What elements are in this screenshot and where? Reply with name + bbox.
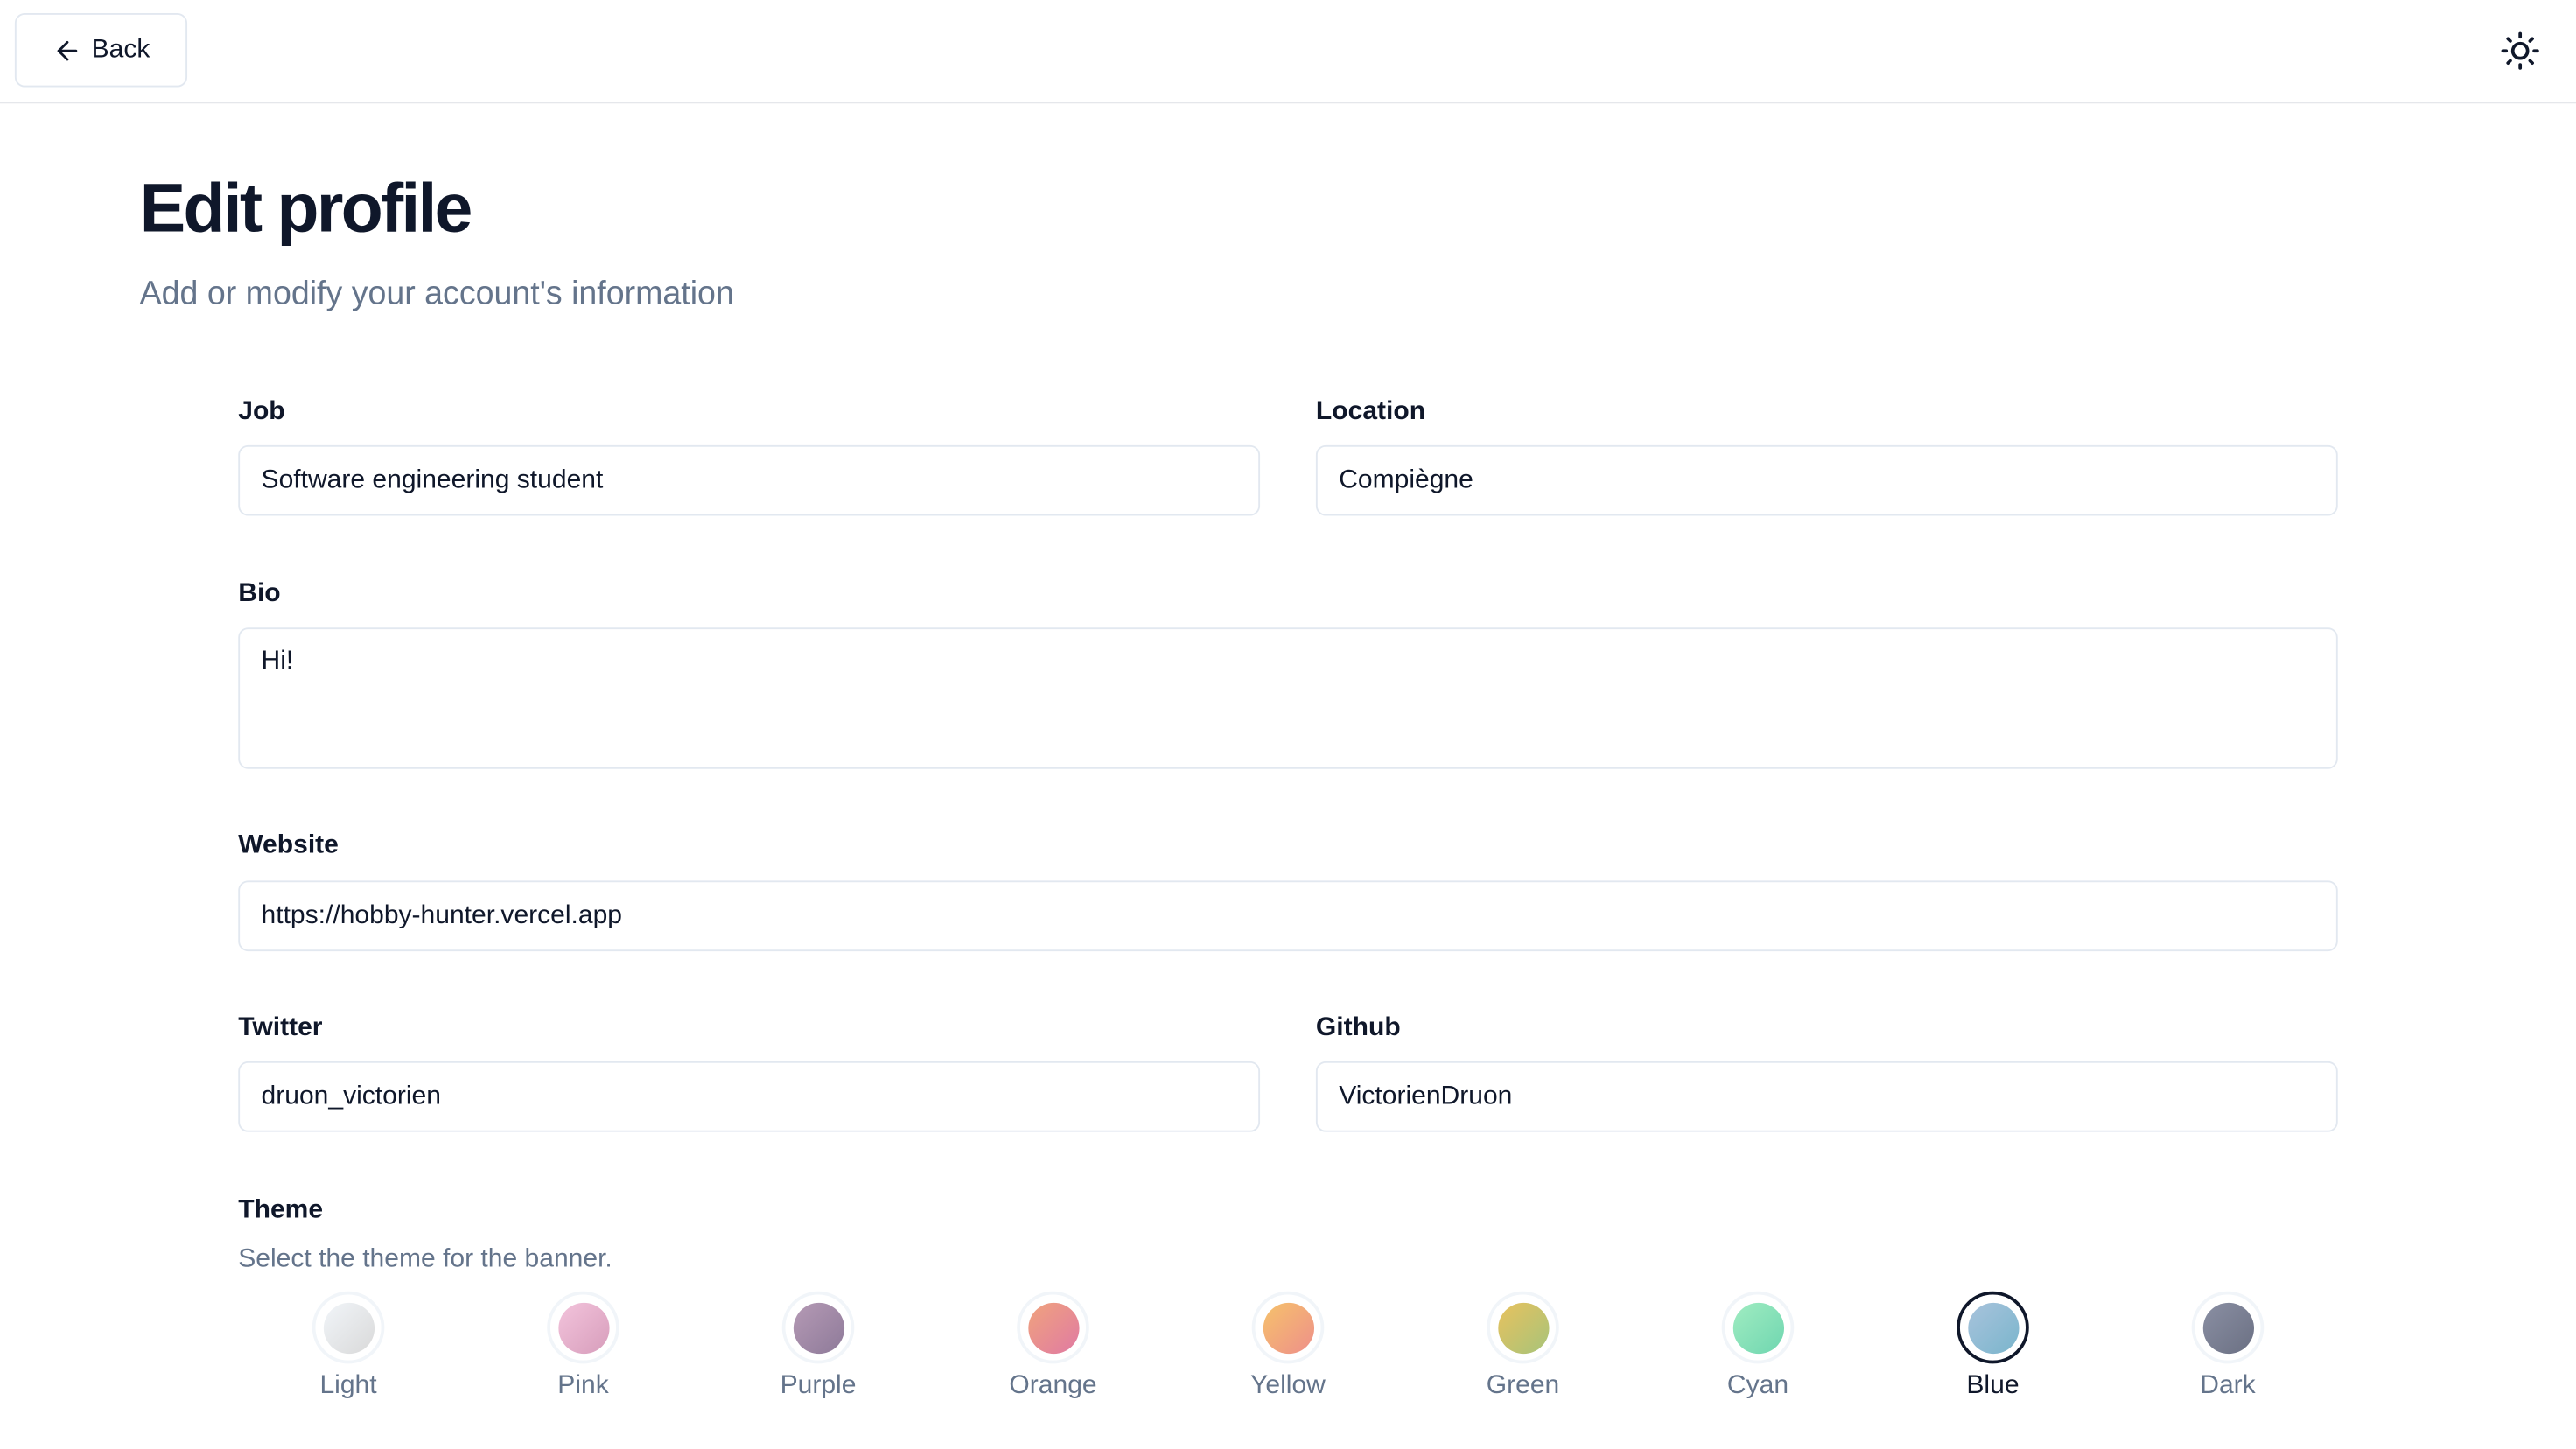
back-button-label: Back: [91, 35, 150, 64]
theme-swatch-ring: [312, 1291, 385, 1364]
theme-toggle-button[interactable]: [2497, 28, 2544, 74]
theme-swatch-color: [1027, 1301, 1079, 1354]
theme-option-purple[interactable]: Purple: [736, 1291, 900, 1402]
theme-swatch-color: [792, 1301, 844, 1354]
github-label: Github: [1315, 1013, 1401, 1042]
theme-swatch-ring: [1956, 1291, 2029, 1364]
theme-option-label: Pink: [557, 1371, 609, 1400]
theme-option-label: Blue: [1966, 1371, 2020, 1400]
theme-swatch-ring: [1251, 1291, 1325, 1364]
job-label: Job: [238, 397, 285, 426]
location-label: Location: [1315, 397, 1426, 426]
theme-swatch-color: [1497, 1301, 1549, 1354]
website-input[interactable]: https://hobby-hunter.vercel.app: [238, 880, 2338, 952]
back-button[interactable]: Back: [14, 13, 188, 88]
theme-option-cyan[interactable]: Cyan: [1676, 1291, 1840, 1402]
theme-option-pink[interactable]: Pink: [501, 1291, 666, 1402]
theme-option-label: Cyan: [1726, 1371, 1789, 1400]
theme-option-label: Purple: [780, 1371, 857, 1400]
theme-option-orange[interactable]: Orange: [971, 1291, 1136, 1402]
theme-swatch-ring: [547, 1291, 620, 1364]
theme-option-label: Yellow: [1250, 1371, 1326, 1400]
theme-option-label: Dark: [2200, 1371, 2256, 1400]
theme-swatch-color: [2202, 1301, 2254, 1354]
theme-option-dark[interactable]: Dark: [2146, 1291, 2310, 1402]
theme-swatch-ring: [1721, 1291, 1795, 1364]
top-bar: Back: [0, 0, 2576, 104]
theme-swatch-color: [1732, 1301, 1784, 1354]
page-title: Edit profile: [139, 169, 473, 247]
theme-option-label: Green: [1486, 1371, 1560, 1400]
page-subtitle: Add or modify your account's information: [139, 276, 734, 312]
theme-swatch-ring: [781, 1291, 855, 1364]
theme-swatch-group: Light Pink Purple Orange Yellow Green Cyan Blue…: [238, 1291, 2341, 1406]
theme-swatch-color: [322, 1301, 374, 1354]
github-input[interactable]: VictorienDruon: [1315, 1060, 2338, 1132]
theme-swatch-ring: [2191, 1291, 2264, 1364]
theme-swatch-ring: [1017, 1291, 1089, 1364]
arrow-left-icon: [57, 39, 77, 60]
theme-option-label: Light: [319, 1371, 377, 1400]
theme-option-yellow[interactable]: Yellow: [1206, 1291, 1370, 1402]
theme-option-green[interactable]: Green: [1441, 1291, 1606, 1402]
theme-label: Theme: [238, 1195, 324, 1224]
theme-swatch-ring: [1487, 1291, 1559, 1364]
bio-textarea[interactable]: Hi!: [238, 627, 2338, 769]
theme-option-blue[interactable]: Blue: [1911, 1291, 2076, 1402]
theme-option-label: Orange: [1009, 1371, 1097, 1400]
bio-label: Bio: [238, 579, 281, 608]
theme-swatch-color: [1967, 1301, 2019, 1354]
website-label: Website: [238, 831, 339, 859]
location-input[interactable]: Compiègne: [1315, 444, 2338, 516]
theme-option-light[interactable]: Light: [266, 1291, 430, 1402]
sun-icon: [2501, 32, 2539, 70]
theme-swatch-color: [1262, 1301, 1314, 1354]
theme-swatch-color: [557, 1301, 609, 1354]
job-input[interactable]: Software engineering student: [238, 444, 1261, 516]
twitter-input[interactable]: druon_victorien: [238, 1060, 1261, 1132]
twitter-label: Twitter: [238, 1013, 323, 1042]
theme-description: Select the theme for the banner.: [238, 1245, 612, 1274]
